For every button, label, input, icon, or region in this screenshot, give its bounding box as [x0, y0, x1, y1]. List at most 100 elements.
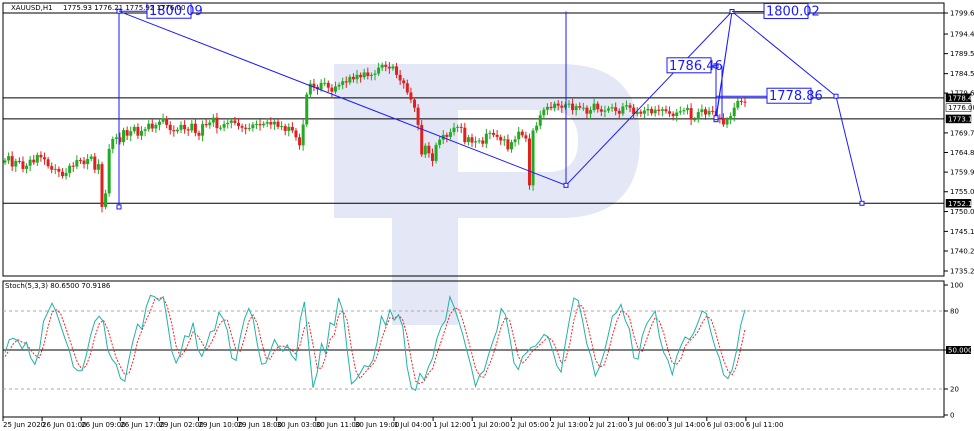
- candle-body: [147, 123, 151, 130]
- candle-body: [711, 110, 715, 112]
- candle-body: [506, 139, 510, 150]
- forecast-point: [116, 204, 122, 210]
- candle-body: [585, 107, 589, 114]
- candle-body: [377, 67, 381, 74]
- time-tick-label: 26 Jun 09:00: [81, 421, 125, 429]
- candle: [60, 168, 64, 179]
- candle-body: [402, 80, 406, 84]
- candle: [312, 78, 316, 92]
- candle: [520, 129, 524, 138]
- candle-body: [229, 120, 233, 123]
- candle-body: [107, 148, 111, 194]
- candle-body: [301, 124, 305, 146]
- candle-body: [707, 110, 711, 115]
- candle-body: [298, 137, 302, 146]
- candle-body: [617, 110, 621, 114]
- time-tick-label: 29 Jun 18:00: [238, 421, 282, 429]
- candle: [660, 106, 664, 117]
- candle-body: [35, 154, 39, 163]
- candle: [222, 120, 226, 132]
- candle-body: [686, 108, 690, 111]
- candle-body: [64, 172, 68, 177]
- candle-body: [527, 138, 531, 186]
- candle: [463, 122, 467, 145]
- candle-body: [639, 111, 643, 114]
- price-tick-label: 1745.10: [950, 228, 974, 236]
- candle-body: [592, 103, 596, 111]
- candle: [488, 130, 492, 140]
- candle-body: [104, 193, 108, 207]
- candle: [700, 104, 704, 117]
- candle-body: [538, 115, 542, 126]
- time-tick-label: 29 Jun 10:00: [199, 421, 243, 429]
- candle: [201, 120, 205, 142]
- candle: [502, 135, 506, 146]
- price-tick-label: 1740.20: [950, 247, 974, 255]
- candle-body: [323, 82, 327, 84]
- candle-body: [445, 134, 449, 137]
- candle-body: [725, 119, 729, 125]
- candle-body: [7, 156, 11, 161]
- candle-body: [272, 121, 276, 125]
- candle-body: [405, 83, 409, 93]
- candle: [506, 134, 510, 152]
- candle-body: [589, 110, 593, 114]
- candle-body: [700, 109, 704, 113]
- candle: [678, 106, 682, 115]
- candle-body: [671, 113, 675, 117]
- candle-body: [125, 130, 129, 136]
- candle-body: [362, 72, 366, 78]
- candle-body: [578, 106, 582, 108]
- price-tick-label: 1750.05: [950, 208, 974, 216]
- candle: [140, 126, 144, 141]
- candle-body: [549, 106, 553, 109]
- candle: [420, 120, 424, 157]
- candle-body: [668, 111, 672, 114]
- time-tick-label: 3 Jul 14:00: [668, 421, 706, 429]
- candle: [258, 119, 262, 131]
- candle-body: [517, 131, 521, 140]
- candle-body: [574, 106, 578, 111]
- candle: [215, 112, 219, 134]
- candle: [89, 154, 93, 162]
- candle: [294, 128, 298, 141]
- candle-body: [96, 164, 100, 170]
- candle: [161, 113, 165, 125]
- candle-body: [240, 126, 244, 128]
- candle: [323, 78, 327, 87]
- candle: [743, 96, 747, 107]
- candle-body: [624, 105, 628, 107]
- candle-body: [330, 87, 334, 92]
- candle-body: [254, 124, 258, 126]
- candle-body: [341, 81, 345, 85]
- candle-body: [319, 82, 323, 90]
- candle: [193, 118, 197, 137]
- forecast-point: [833, 93, 839, 99]
- candle: [707, 107, 711, 117]
- price-tick-label: 1784.50: [950, 70, 974, 78]
- candle-body: [265, 122, 269, 124]
- candle-body: [290, 126, 294, 131]
- candle-body: [3, 160, 7, 163]
- candle-body: [395, 66, 399, 75]
- time-tick-label: 1 Jul 12:00: [433, 421, 471, 429]
- candle: [233, 116, 237, 126]
- candle-body: [222, 124, 226, 128]
- candle-body: [366, 72, 370, 77]
- candle: [96, 159, 100, 175]
- candle: [513, 135, 517, 147]
- candle-body: [359, 74, 363, 78]
- stoch-panel-frame: [2, 280, 945, 418]
- candle-body: [129, 131, 133, 136]
- candle: [305, 92, 309, 127]
- candle-body: [477, 140, 481, 142]
- candle: [272, 119, 276, 130]
- candle: [535, 122, 539, 133]
- price-tick-label: 1759.90: [950, 169, 974, 177]
- candle: [197, 130, 201, 141]
- stoch-level-tag-label: 50.0000: [948, 347, 974, 355]
- candle-body: [333, 86, 337, 92]
- candle-body: [75, 160, 79, 167]
- candle-body: [344, 81, 348, 83]
- candle-body: [190, 123, 194, 131]
